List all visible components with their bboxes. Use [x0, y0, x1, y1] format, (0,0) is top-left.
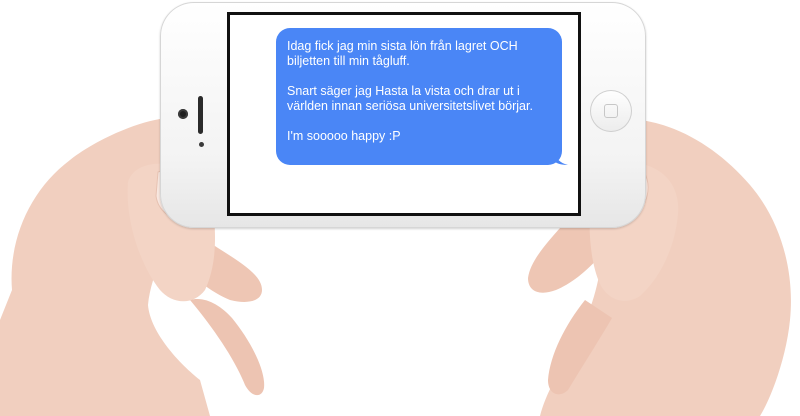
- speaker-icon: [198, 96, 203, 134]
- sensor-dot: [199, 142, 204, 147]
- camera-icon: [178, 109, 188, 119]
- message-paragraph: Idag fick jag min sista lön från lagret …: [287, 39, 518, 68]
- photo-scene: Idag fick jag min sista lön från lagret …: [0, 0, 800, 416]
- bubble-tail-icon: [554, 151, 568, 165]
- message-paragraph: I'm sooooo happy :P: [287, 129, 401, 143]
- home-button-icon[interactable]: [590, 90, 632, 132]
- message-paragraph: Snart säger jag Hasta la vista och drar …: [287, 84, 533, 113]
- phone-screen: Idag fick jag min sista lön från lagret …: [227, 12, 581, 216]
- left-lower-fingers: [190, 299, 265, 396]
- message-bubble[interactable]: Idag fick jag min sista lön från lagret …: [276, 28, 568, 165]
